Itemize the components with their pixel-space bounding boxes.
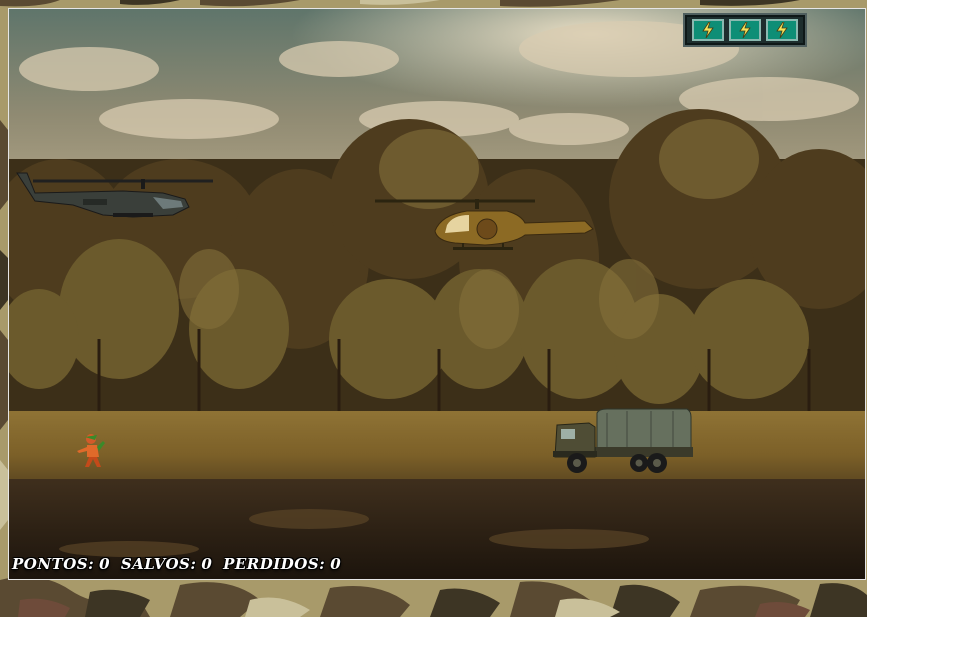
lightning-bolt-icon bbox=[776, 22, 789, 38]
enemy-helicopter bbox=[16, 172, 213, 218]
score-label: PONTOS: bbox=[12, 555, 95, 573]
enemy-truck bbox=[553, 408, 693, 473]
energy-cell-1 bbox=[691, 19, 724, 41]
saved-value: 0 bbox=[201, 555, 213, 573]
energy-cell-3 bbox=[766, 19, 799, 41]
game-viewport[interactable]: PONTOS: 0 SALVOS: 0 PERDIDOS: 0 bbox=[8, 8, 866, 580]
lightning-bolt-icon bbox=[739, 22, 751, 38]
lost-value: 0 bbox=[330, 555, 342, 573]
energy-cell-2 bbox=[728, 19, 761, 41]
score-display: PONTOS: 0 SALVOS: 0 PERDIDOS: 0 bbox=[12, 555, 346, 573]
lightning-bolt-icon bbox=[701, 22, 714, 38]
lost-label: PERDIDOS: bbox=[223, 555, 326, 573]
saved-label: SALVOS: bbox=[120, 555, 197, 573]
player-helicopter[interactable] bbox=[375, 193, 595, 253]
friend-soldier bbox=[77, 434, 105, 467]
score-value: 0 bbox=[99, 555, 111, 573]
energy-panel bbox=[683, 13, 807, 47]
background-scene bbox=[9, 9, 865, 579]
